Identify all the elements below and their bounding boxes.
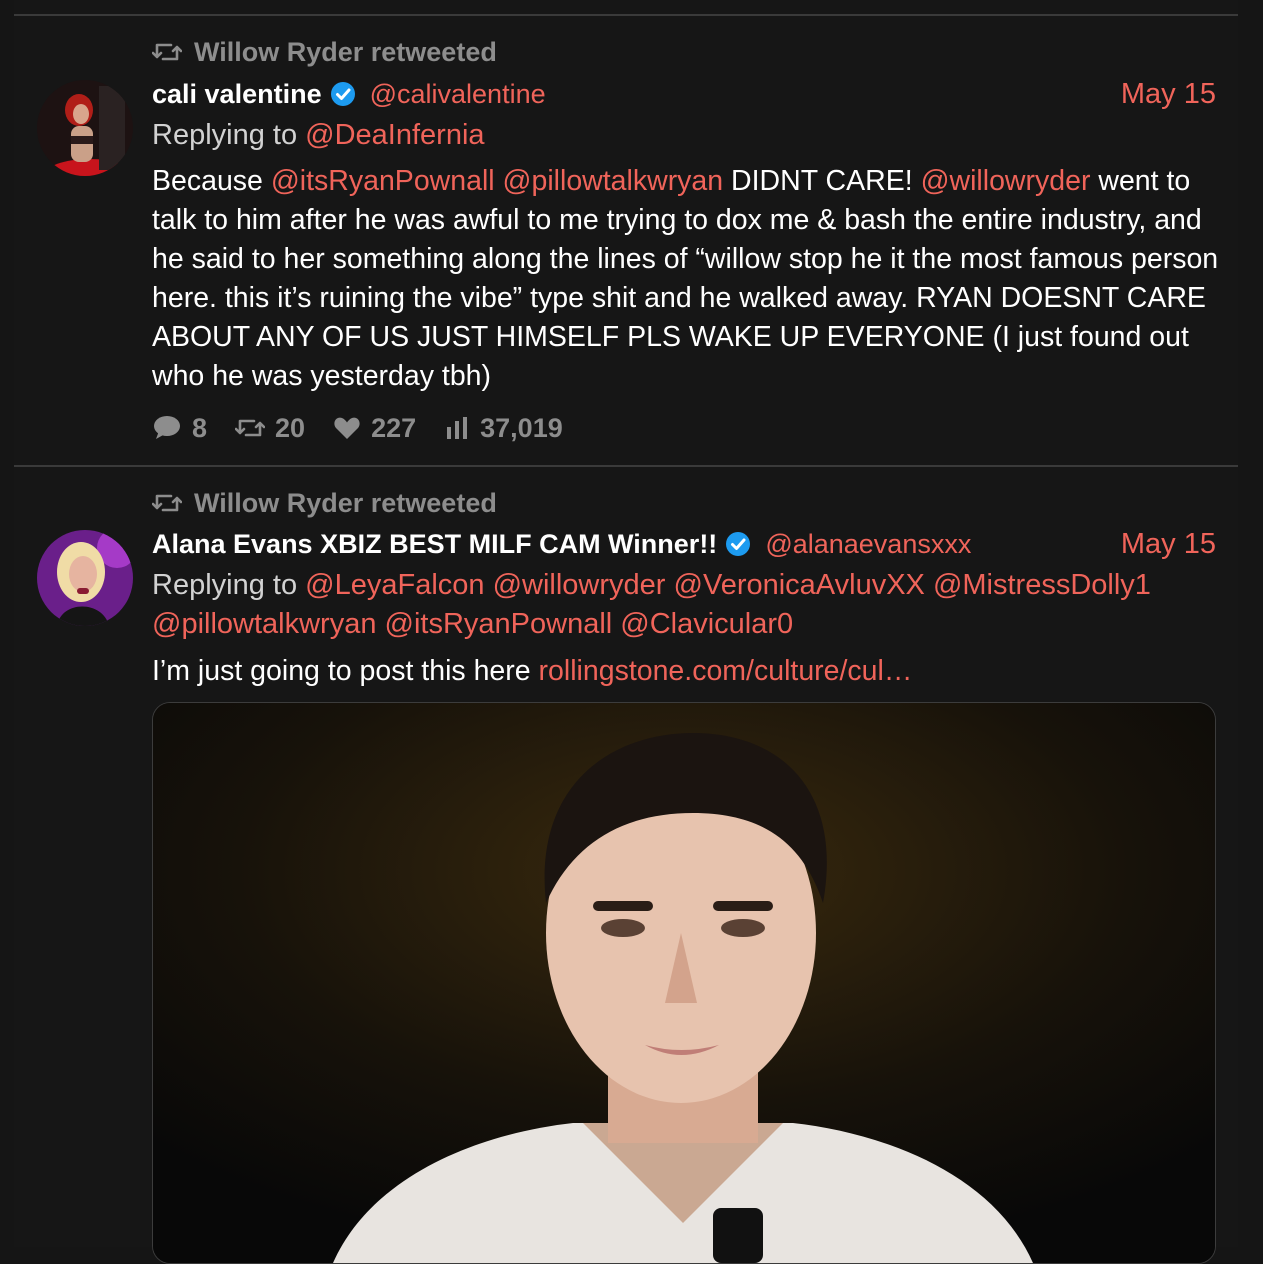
tweet-stats: 8 20 227 37,019 (152, 410, 591, 446)
bar-chart-icon (447, 417, 468, 439)
tweet-date[interactable]: May 15 (1121, 528, 1216, 561)
verified-badge-icon (330, 82, 355, 106)
retweet-stat[interactable]: 20 (235, 413, 305, 444)
mention-link[interactable]: @willowryder (921, 165, 1091, 197)
tweet-text: Because @itsRyanPownall @pillowtalkwryan… (152, 162, 1222, 396)
retweet-count: 20 (275, 412, 306, 443)
reply-mention[interactable]: @DeaInfernia (305, 119, 484, 151)
tweet-header: cali valentine @calivalentine May 15 (152, 76, 1216, 112)
views-stat[interactable]: 37,019 (444, 413, 563, 444)
reply-stat[interactable]: 8 (152, 413, 207, 444)
mention-link[interactable]: @itsRyanPownall (271, 165, 495, 197)
like-count: 227 (371, 412, 417, 443)
text-span: went to talk to him after he was awful t… (152, 165, 1219, 392)
avatar[interactable] (37, 530, 133, 626)
retweet-icon (152, 494, 182, 512)
retweet-icon (235, 419, 266, 437)
retweeted-by-label: Willow Ryder retweeted (194, 36, 497, 67)
reply-mention[interactable]: @willowryder (493, 569, 666, 601)
replying-to-label: Replying to (152, 569, 298, 601)
text-span: DIDNT CARE! (723, 165, 921, 197)
replying-to-label: Replying to (152, 119, 298, 151)
tweet-date[interactable]: May 15 (1121, 78, 1216, 111)
text-span (495, 165, 503, 197)
retweet-icon (152, 43, 182, 61)
article-link[interactable]: rollingstone.com/culture/cul… (539, 655, 913, 687)
avatar-image (37, 530, 133, 626)
retweeted-by-label: Willow Ryder retweeted (194, 487, 497, 518)
retweet-indicator: Willow Ryder retweeted (152, 36, 497, 68)
reply-mention[interactable]: @VeronicaAvluvXX (674, 569, 925, 601)
mention-link[interactable]: @pillowtalkwryan (503, 165, 724, 197)
retweet-indicator: Willow Ryder retweeted (152, 487, 497, 519)
comment-icon (154, 416, 180, 439)
reply-mention[interactable]: @MistressDolly1 (933, 569, 1151, 601)
display-name[interactable]: cali valentine (152, 79, 322, 110)
heart-icon (334, 417, 360, 439)
photo-portrait (153, 703, 1215, 1263)
user-handle[interactable]: @calivalentine (370, 79, 546, 110)
avatar[interactable] (37, 80, 133, 176)
user-handle[interactable]: @alanaevansxxx (765, 529, 971, 560)
reply-mention[interactable]: @LeyaFalcon (305, 569, 484, 601)
view-count: 37,019 (480, 412, 563, 443)
text-span: Because (152, 165, 271, 197)
avatar-image (37, 80, 133, 176)
like-stat[interactable]: 227 (333, 413, 416, 444)
verified-badge-icon (726, 532, 751, 556)
tweet-1[interactable]: Willow Ryder retweeted cali valentine @c… (14, 0, 1238, 465)
tweet-header: Alana Evans XBIZ BEST MILF CAM Winner!! … (152, 526, 1216, 562)
reply-mention[interactable]: @pillowtalkwryan (152, 608, 376, 640)
media-image[interactable] (152, 702, 1216, 1264)
reply-mention[interactable]: @itsRyanPownall (385, 608, 613, 640)
text-span: I’m just going to post this here (152, 655, 539, 687)
display-name[interactable]: Alana Evans XBIZ BEST MILF CAM Winner!! (152, 529, 717, 560)
reply-mention[interactable]: @Clavicular0 (620, 608, 793, 640)
reply-count: 8 (192, 412, 208, 443)
replying-to-line: Replying to @LeyaFalcon @willowryder @Ve… (152, 566, 1198, 644)
tweet-text: I’m just going to post this here rolling… (152, 652, 1222, 691)
replying-to-line: Replying to @DeaInfernia (152, 116, 1198, 155)
